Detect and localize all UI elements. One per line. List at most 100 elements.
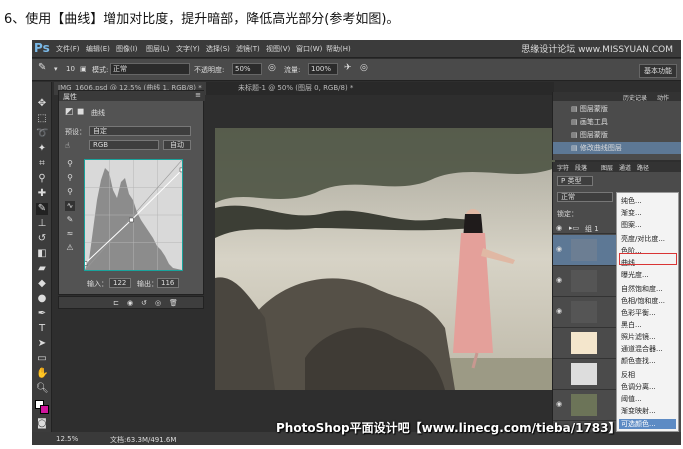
- zoom-level[interactable]: 12.5%: [56, 435, 78, 443]
- history-item[interactable]: ▤ 图层蒙版: [553, 129, 681, 141]
- blur-tool-icon[interactable]: ◆: [36, 278, 48, 290]
- menu-item[interactable]: 图案...: [621, 220, 642, 230]
- history-brush-icon[interactable]: ↺: [36, 233, 48, 245]
- menu-item[interactable]: 照片滤镜...: [621, 332, 656, 342]
- menu-item[interactable]: 色彩平衡...: [621, 308, 656, 318]
- menu-item[interactable]: 纯色...: [621, 196, 642, 206]
- move-tool-icon[interactable]: ✥: [36, 98, 48, 110]
- tab-history[interactable]: 历史记录: [623, 93, 647, 102]
- menu-item[interactable]: 色调分离...: [621, 382, 656, 392]
- reset-icon[interactable]: ↺: [141, 299, 147, 307]
- menu-window[interactable]: 窗口(W): [296, 44, 322, 54]
- flow-input[interactable]: 100%: [308, 63, 338, 75]
- workspace-select[interactable]: 基本功能: [639, 64, 677, 78]
- background-color-swatch[interactable]: [40, 405, 49, 414]
- visibility-icon[interactable]: ◎: [155, 299, 161, 307]
- lasso-tool-icon[interactable]: ➰: [36, 128, 48, 140]
- eye-icon[interactable]: ◉: [556, 245, 562, 253]
- curves-graph[interactable]: [82, 159, 185, 271]
- brush-size[interactable]: 10: [66, 65, 75, 73]
- menu-edit[interactable]: 编辑(E): [86, 44, 110, 54]
- menu-item[interactable]: 渐变映射...: [621, 406, 656, 416]
- menu-image[interactable]: 图像(I): [116, 44, 138, 54]
- curve-control-point[interactable]: [179, 167, 185, 173]
- airbrush-icon[interactable]: ✈: [344, 63, 352, 73]
- preset-select[interactable]: 自定: [89, 126, 191, 136]
- eye-icon[interactable]: ◉: [556, 307, 562, 315]
- dodge-tool-icon[interactable]: ●: [36, 293, 48, 305]
- history-item[interactable]: ▤ 画笔工具: [553, 116, 681, 128]
- menu-item[interactable]: 自然饱和度...: [621, 284, 663, 294]
- curve-control-point[interactable]: [129, 217, 134, 223]
- brush-tool-icon[interactable]: ✎: [38, 62, 46, 73]
- menu-item-selective-color[interactable]: 可选颜色...: [619, 419, 676, 429]
- menu-help[interactable]: 帮助(H): [326, 44, 351, 54]
- tab-paths[interactable]: 路径: [637, 163, 649, 172]
- curve-point-icon[interactable]: ∿: [65, 201, 75, 211]
- shape-tool-icon[interactable]: ▭: [36, 353, 48, 365]
- chevron-down-icon[interactable]: ▾: [54, 65, 58, 73]
- menu-item[interactable]: 曝光度...: [621, 270, 649, 280]
- history-item[interactable]: ▤ 图层蒙版: [553, 103, 681, 115]
- menu-item[interactable]: 通道混合器...: [621, 344, 663, 354]
- path-select-icon[interactable]: ➤: [36, 338, 48, 350]
- quick-mask-icon[interactable]: ◙: [36, 418, 48, 430]
- input-value-field[interactable]: 122: [109, 278, 131, 288]
- channel-select[interactable]: RGB: [89, 140, 159, 150]
- view-previous-icon[interactable]: ◉: [127, 299, 133, 307]
- tab-character[interactable]: 字符: [557, 163, 569, 172]
- eye-icon[interactable]: ◉: [556, 400, 562, 408]
- eyedropper-gray-icon[interactable]: ⚲: [65, 173, 75, 183]
- menu-item[interactable]: 阈值...: [621, 394, 642, 404]
- eraser-tool-icon[interactable]: ◧: [36, 248, 48, 260]
- hand-tool-icon[interactable]: ✋: [36, 368, 48, 380]
- magic-wand-icon[interactable]: ✦: [36, 143, 48, 155]
- crop-tool-icon[interactable]: ⌗: [36, 158, 48, 170]
- menu-item[interactable]: 颜色查找...: [621, 356, 656, 366]
- auto-button[interactable]: 自动: [163, 140, 191, 150]
- pressure-opacity-icon[interactable]: ◎: [268, 63, 276, 73]
- smooth-icon[interactable]: ≈: [65, 229, 75, 239]
- menu-view[interactable]: 视图(V): [266, 44, 290, 54]
- eye-icon[interactable]: ◉: [556, 276, 562, 284]
- menu-item[interactable]: 亮度/对比度...: [621, 234, 665, 244]
- menu-type[interactable]: 文字(Y): [176, 44, 200, 54]
- marquee-tool-icon[interactable]: ⬚: [36, 113, 48, 125]
- brush-tool-icon[interactable]: ✎: [36, 203, 48, 215]
- eyedropper-black-icon[interactable]: ⚲: [65, 159, 75, 169]
- menu-item[interactable]: 色相/饱和度...: [621, 296, 665, 306]
- eyedropper-white-icon[interactable]: ⚲: [65, 187, 75, 197]
- tab-channels[interactable]: 通道: [619, 163, 631, 172]
- output-value-field[interactable]: 116: [157, 278, 179, 288]
- history-item-selected[interactable]: ▤ 修改曲线图层: [553, 142, 681, 154]
- menu-item[interactable]: 黑白...: [621, 320, 642, 330]
- brush-preset-icon[interactable]: ▣: [80, 65, 87, 73]
- pen-tool-icon[interactable]: ✒: [36, 308, 48, 320]
- eyedropper-tool-icon[interactable]: ⚲: [36, 173, 48, 185]
- document-canvas[interactable]: [215, 128, 555, 390]
- menu-select[interactable]: 选择(S): [206, 44, 230, 54]
- tab-actions[interactable]: 动作: [657, 93, 669, 102]
- layer-kind-filter[interactable]: P 类型: [557, 176, 593, 186]
- eye-icon[interactable]: ◉: [556, 224, 562, 232]
- hand-adjust-icon[interactable]: ☝: [65, 141, 70, 150]
- clipping-warning-icon[interactable]: ⚠: [65, 243, 75, 253]
- pencil-draw-icon[interactable]: ✎: [65, 215, 75, 225]
- blend-mode-select[interactable]: 正常: [557, 192, 613, 202]
- tab-layers[interactable]: 图层: [601, 163, 613, 172]
- delete-icon[interactable]: 🗑︎: [169, 299, 178, 307]
- menu-item[interactable]: 反相: [621, 370, 635, 380]
- clip-layer-icon[interactable]: ⊏: [113, 299, 119, 307]
- curve-control-point[interactable]: [82, 261, 88, 266]
- menu-filter[interactable]: 滤镜(T): [236, 44, 260, 54]
- menu-item[interactable]: 渐变...: [621, 208, 642, 218]
- menu-layer[interactable]: 图层(L): [146, 44, 169, 54]
- mode-select[interactable]: 正常: [110, 63, 190, 75]
- healing-tool-icon[interactable]: ✚: [36, 188, 48, 200]
- text-tool-icon[interactable]: T: [36, 323, 48, 335]
- mask-icon[interactable]: ◼: [77, 107, 84, 117]
- panel-menu-icon[interactable]: ≡: [195, 91, 201, 99]
- gradient-tool-icon[interactable]: ▰: [36, 263, 48, 275]
- stamp-tool-icon[interactable]: ⊥: [36, 218, 48, 230]
- zoom-tool-icon[interactable]: 🔍︎: [36, 383, 49, 395]
